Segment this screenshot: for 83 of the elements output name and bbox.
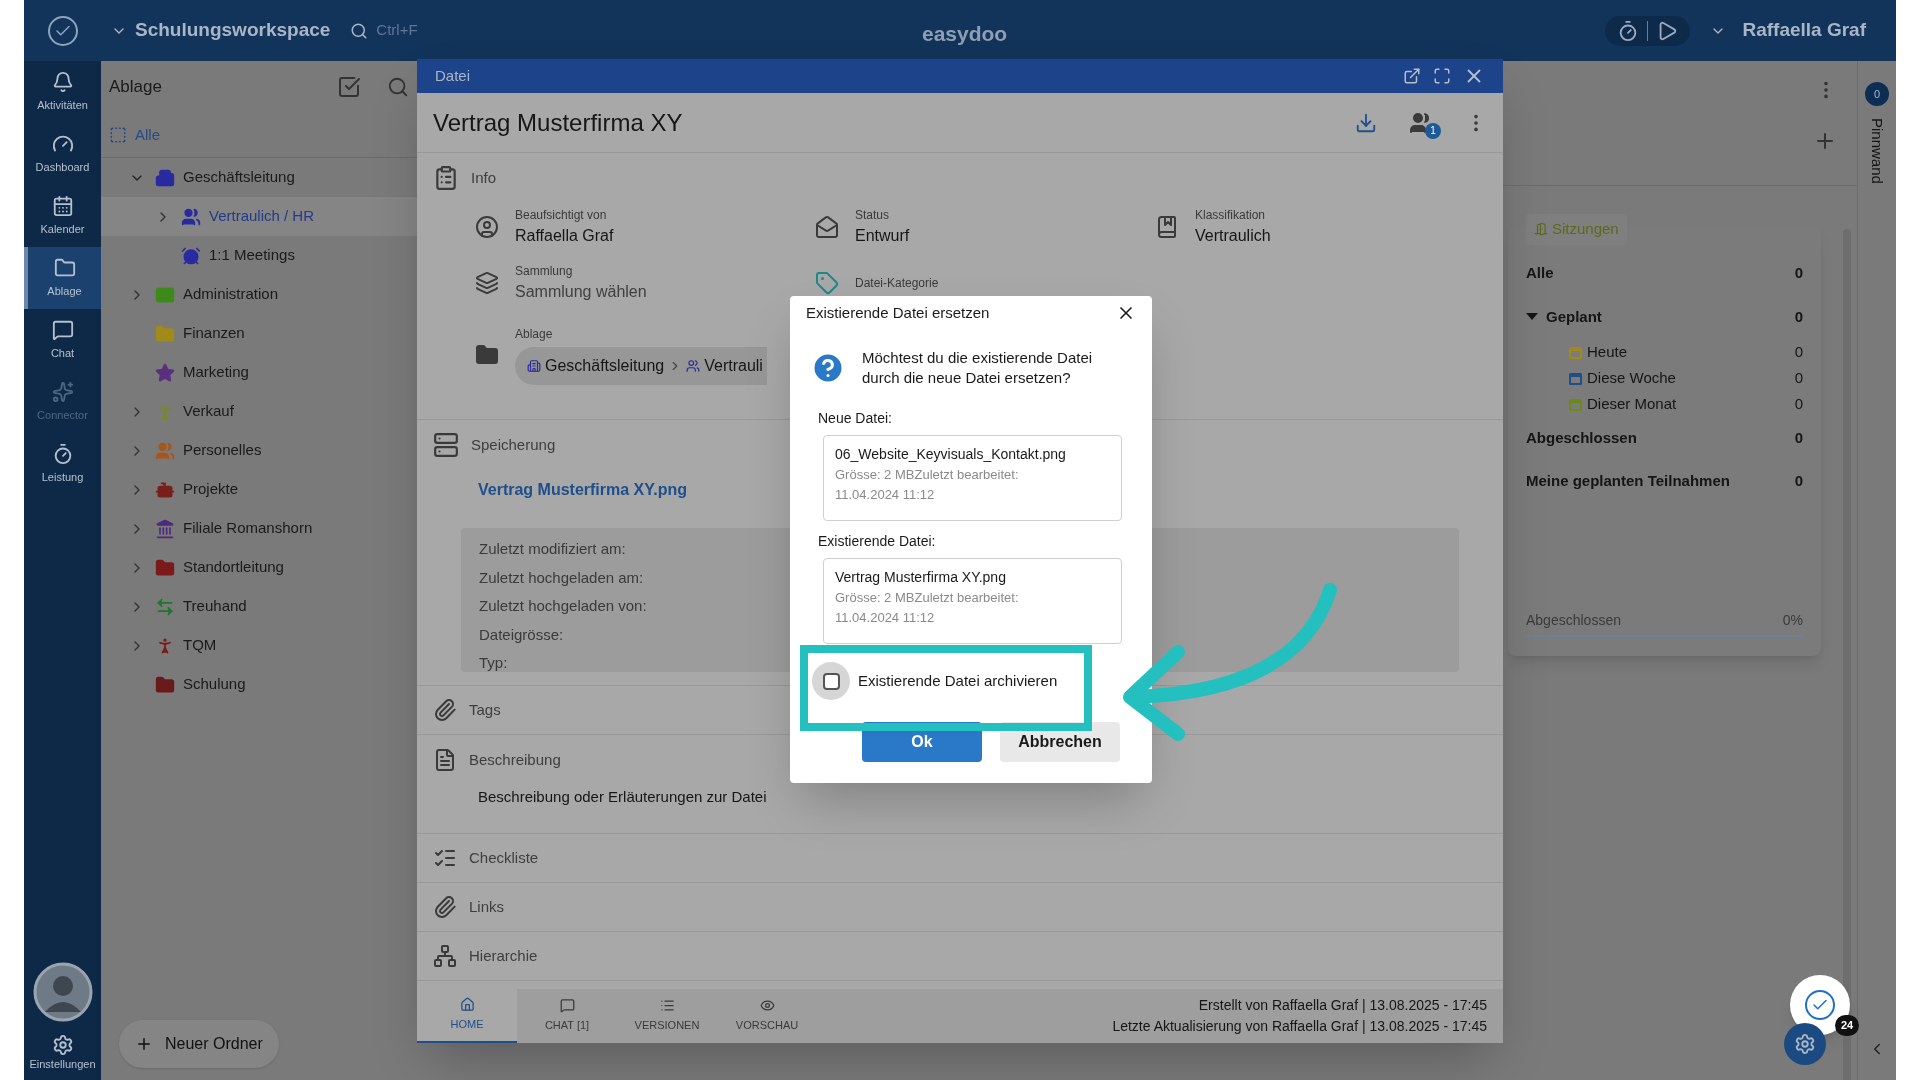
section-heading[interactable]: Hierarchie	[469, 944, 538, 968]
file-link[interactable]: Vertrag Musterfirma XY.png	[478, 478, 687, 502]
tree-item[interactable]: Vertraulich / HR	[101, 197, 417, 236]
tree-item[interactable]: Personelles	[101, 431, 417, 470]
session-subrow[interactable]: Diese Woche 0	[1526, 365, 1803, 391]
bottom-tab[interactable]: VERSIONEN	[617, 989, 717, 1043]
dialog-title: Existierende Datei ersetzen	[806, 302, 990, 323]
workspace-name[interactable]: Schulungsworkspace	[135, 16, 331, 45]
session-subrow[interactable]: Dieser Monat 0	[1526, 391, 1803, 417]
field-label: Datei-Kategorie	[855, 275, 939, 292]
metadata-label: Zuletzt hochgeladen von:	[479, 596, 647, 616]
tree-item[interactable]: TQM	[101, 626, 417, 665]
breadcrumb-chip[interactable]: Geschäftsleitung Vertrauli	[515, 347, 767, 385]
question-text: Möchtest du die existierende Datei durch die neue Datei ersetzen?	[862, 348, 1094, 388]
session-row[interactable]: Meine geplanten Teilnahmen 0	[1526, 460, 1803, 503]
breadcrumb-item[interactable]: Geschäftsleitung	[545, 354, 665, 378]
file-name: Vertrag Musterfirma XY.png	[835, 568, 1007, 587]
tree-item[interactable]: Marketing	[101, 353, 417, 392]
bottom-tab[interactable]: HOME	[417, 989, 517, 1043]
checkbox-label[interactable]: Existierende Datei archivieren	[858, 669, 1058, 693]
tree-item[interactable]: Standortleitung	[101, 548, 417, 587]
section-heading[interactable]: Checkliste	[469, 846, 539, 870]
nav-item[interactable]: Chat	[24, 309, 101, 371]
nav-item[interactable]: Kalender	[24, 185, 101, 247]
tree-item[interactable]: Filiale Romanshorn	[101, 509, 417, 548]
description-text[interactable]: Beschreibung oder Erläuterungen zur Datei	[478, 788, 767, 805]
section-heading[interactable]: Beschreibung	[469, 748, 561, 772]
tree-item[interactable]: Projekte	[101, 470, 417, 509]
field-value[interactable]: Entwurf	[855, 224, 910, 248]
pinboard-tab[interactable]: Pinnwand	[1865, 118, 1889, 184]
field-label: Ablage	[515, 326, 554, 343]
count-badge: 0	[1865, 82, 1889, 106]
tree-item[interactable]: Treuhand	[101, 587, 417, 626]
session-row[interactable]: Abgeschlossen 0	[1526, 417, 1803, 460]
file-label: Neue Datei:	[818, 409, 893, 428]
tree-item[interactable]: Finanzen	[101, 314, 417, 353]
nav-item[interactable]: Ablage	[24, 247, 101, 309]
count-badge: 1	[1425, 122, 1441, 139]
tree-item[interactable]: Schulung	[101, 665, 417, 704]
field-label: Beaufsichtigt von	[515, 207, 608, 224]
nav-item[interactable]: Aktivitäten	[24, 61, 101, 123]
field-value[interactable]: Raffaella Graf	[515, 224, 614, 248]
section-heading[interactable]: Links	[469, 895, 505, 919]
session-row[interactable]: Alle 0	[1526, 252, 1803, 295]
tree-item[interactable]: Verkauf	[101, 392, 417, 431]
bottom-tab[interactable]: CHAT [1]	[517, 989, 617, 1043]
session-subrow[interactable]: Heute 0	[1526, 339, 1803, 365]
breadcrumb-item[interactable]: Vertrauli	[704, 354, 763, 378]
new-folder-button[interactable]: Neuer Ordner	[119, 1020, 279, 1068]
metadata-label: Zuletzt modifiziert am:	[479, 539, 626, 559]
field-label: Status	[855, 207, 891, 224]
audit-text: Erstellt von Raffaella Graf | 13.08.2025 - 17:45	[1198, 996, 1487, 1015]
field-label: Klassifikation	[1195, 207, 1267, 224]
field-value[interactable]: Sammlung wählen	[515, 280, 647, 304]
window-title: Datei	[435, 65, 471, 86]
file-meta: Grösse: 2 MBZuletzt bearbeitet: 11.04.2024 11:12	[835, 589, 1020, 627]
section-heading[interactable]: Speicherung	[471, 433, 556, 457]
nav-item[interactable]: Dashboard	[24, 123, 101, 185]
session-row[interactable]: Geplant 0	[1526, 295, 1803, 339]
tree-item[interactable]: 1:1 Meetings	[101, 236, 417, 275]
progress-label: Abgeschlossen	[1526, 611, 1621, 630]
user-name[interactable]: Raffaella Graf	[1742, 16, 1866, 45]
section-heading[interactable]: Tags	[469, 698, 501, 722]
file-meta: Grösse: 2 MBZuletzt bearbeitet: 11.04.2024 11:12	[835, 466, 1020, 504]
nav-item[interactable]: Leistung	[24, 433, 101, 495]
file-name: 06_Website_Keyvisuals_Kontakt.png	[835, 445, 1067, 464]
metadata-label: Typ:	[479, 653, 508, 673]
section-heading[interactable]: Info	[471, 166, 497, 190]
metadata-label: Zuletzt hochgeladen am:	[479, 567, 644, 588]
tree-item[interactable]: Administration	[101, 275, 417, 314]
panel-title: Ablage	[109, 76, 162, 99]
audit-text: Letzte Aktualisierung von Raffaella Graf | 13.08.2025 - 17:45	[1112, 1017, 1487, 1036]
progress-reading: 0%	[1782, 611, 1803, 630]
field-value[interactable]: Vertraulich	[1195, 224, 1271, 248]
metadata-label: Dateigrösse:	[479, 624, 564, 645]
file-title: Vertrag Musterfirma XY	[433, 107, 683, 138]
file-label: Existierende Datei:	[818, 532, 937, 551]
search-hint[interactable]: Ctrl+F	[376, 19, 418, 42]
tree-item[interactable]: Geschäftsleitung	[101, 158, 417, 197]
app-brand: easydoo	[922, 21, 1008, 47]
settings-item[interactable]: Einstellungen	[29, 1033, 96, 1072]
field-label: Sammlung	[515, 263, 574, 280]
bottom-tab[interactable]: VORSCHAU	[717, 989, 817, 1043]
